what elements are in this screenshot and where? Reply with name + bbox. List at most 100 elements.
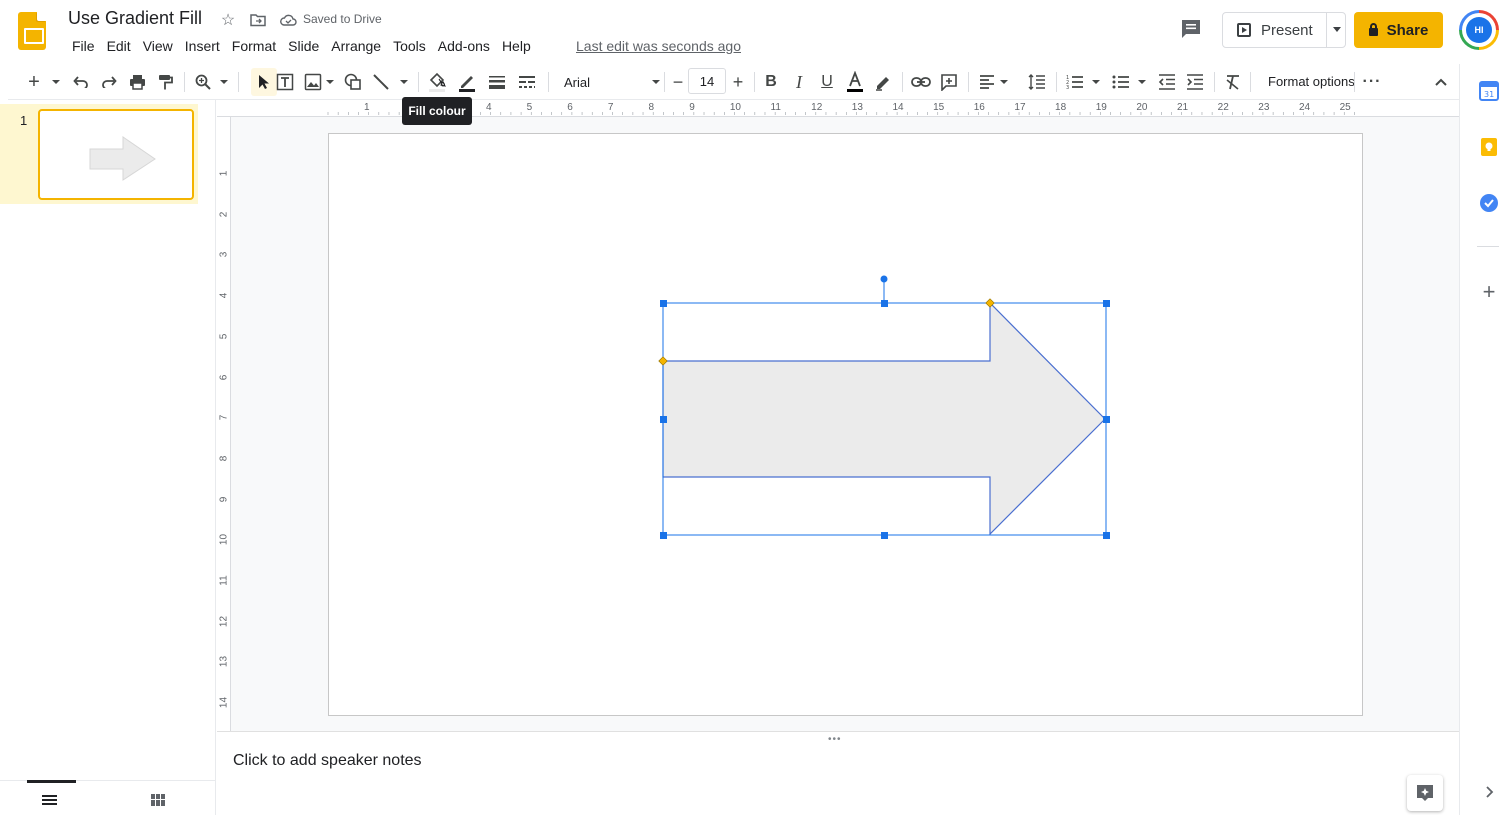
underline-icon[interactable]: U — [816, 70, 838, 94]
menu-view[interactable]: View — [137, 36, 179, 56]
undo-icon[interactable] — [70, 70, 92, 94]
resize-handle-se[interactable] — [1103, 532, 1110, 539]
present-icon — [1237, 23, 1251, 37]
bulleted-list-icon[interactable] — [1110, 70, 1132, 94]
line-spacing-icon[interactable] — [1026, 70, 1048, 94]
numbered-list-caret-icon[interactable] — [1090, 70, 1102, 94]
speaker-notes-placeholder[interactable]: Click to add speaker notes — [233, 752, 422, 770]
bulleted-list-caret-icon[interactable] — [1136, 70, 1148, 94]
redo-icon[interactable] — [98, 70, 120, 94]
menu-edit[interactable]: Edit — [101, 36, 137, 56]
line-icon[interactable] — [370, 70, 392, 94]
ruler-number: 18 — [1055, 102, 1067, 113]
slide-thumbnail-row[interactable]: 1 — [0, 104, 198, 204]
clear-formatting-icon[interactable] — [1222, 70, 1244, 94]
add-comment-icon[interactable] — [938, 70, 960, 94]
last-edit-link[interactable]: Last edit was seconds ago — [576, 38, 741, 54]
shape-icon[interactable] — [342, 70, 364, 94]
share-button[interactable]: Share — [1354, 12, 1443, 48]
text-colour-icon[interactable] — [844, 70, 866, 94]
border-colour-icon[interactable] — [456, 70, 478, 94]
select-pointer-icon[interactable] — [252, 70, 276, 94]
resize-handle-ne[interactable] — [1103, 300, 1110, 307]
new-slide-layout-caret-icon[interactable] — [50, 70, 62, 94]
cloud-saved-icon[interactable] — [279, 11, 297, 29]
format-options-button[interactable]: Format options — [1268, 74, 1355, 89]
border-dash-icon[interactable] — [516, 70, 538, 94]
menu-addons[interactable]: Add-ons — [432, 36, 496, 56]
increase-font-size-icon[interactable]: + — [728, 70, 748, 94]
align-icon[interactable] — [976, 70, 998, 94]
insert-link-icon[interactable] — [910, 70, 932, 94]
explore-icon — [1417, 785, 1433, 801]
menu-tools[interactable]: Tools — [387, 36, 432, 56]
resize-handle-n[interactable] — [881, 300, 888, 307]
account-avatar[interactable]: HI — [1459, 10, 1499, 50]
zoom-icon[interactable] — [192, 70, 214, 94]
bold-icon[interactable]: B — [760, 70, 782, 94]
decrease-font-size-icon[interactable]: − — [668, 70, 688, 94]
notes-resize-divider[interactable]: ••• — [217, 731, 1459, 745]
resize-handle-s[interactable] — [881, 532, 888, 539]
vertical-ruler[interactable]: 1 2 3 4 5 6 7 8 9 10 11 12 13 14 — [217, 117, 231, 731]
star-icon[interactable]: ☆ — [219, 11, 237, 29]
resize-handle-sw[interactable] — [660, 532, 667, 539]
new-slide-icon[interactable]: + — [24, 70, 44, 94]
menu-slide[interactable]: Slide — [282, 36, 325, 56]
resize-handle-w[interactable] — [660, 416, 667, 423]
print-icon[interactable] — [126, 70, 148, 94]
ruler-number: 7 — [218, 414, 230, 421]
font-family-select[interactable]: Arial — [564, 70, 664, 94]
side-panel: 31 + — [1459, 64, 1509, 815]
move-folder-icon[interactable] — [249, 11, 267, 29]
present-button[interactable]: Present — [1222, 12, 1346, 48]
highlight-colour-icon[interactable] — [872, 70, 894, 94]
document-title[interactable]: Use Gradient Fill — [68, 8, 202, 29]
slide-canvas[interactable] — [328, 133, 1363, 716]
present-options-caret-icon[interactable] — [1333, 27, 1341, 32]
grid-view-icon[interactable] — [151, 794, 165, 806]
paint-format-icon[interactable] — [154, 70, 176, 94]
menu-file[interactable]: File — [66, 36, 101, 56]
fill-colour-icon[interactable] — [426, 70, 448, 94]
collapse-toolbar-icon[interactable] — [1430, 70, 1452, 94]
ruler-number: 19 — [1095, 102, 1107, 113]
image-caret-icon[interactable] — [324, 70, 336, 94]
resize-handle-nw[interactable] — [660, 300, 667, 307]
resize-handle-e[interactable] — [1103, 416, 1110, 423]
text-box-icon[interactable] — [274, 70, 296, 94]
speaker-notes-area[interactable]: Click to add speaker notes — [217, 741, 1459, 815]
menu-help[interactable]: Help — [496, 36, 537, 56]
italic-icon[interactable]: I — [788, 70, 810, 94]
line-caret-icon[interactable] — [398, 70, 410, 94]
keep-icon[interactable] — [1479, 137, 1499, 157]
more-options-icon[interactable]: ··· — [1360, 70, 1384, 94]
explore-button[interactable] — [1407, 775, 1443, 811]
slides-logo-icon[interactable] — [18, 12, 46, 50]
align-caret-icon[interactable] — [998, 70, 1010, 94]
rotation-handle[interactable] — [880, 275, 888, 283]
ruler-number: 1 — [218, 170, 230, 177]
add-addon-icon[interactable]: + — [1479, 281, 1499, 303]
right-arrow-shape[interactable] — [662, 301, 1106, 536]
font-size-input[interactable]: 14 — [688, 68, 726, 94]
numbered-list-icon[interactable]: 123 — [1064, 70, 1086, 94]
border-weight-icon[interactable] — [486, 70, 508, 94]
increase-indent-icon[interactable] — [1184, 70, 1206, 94]
ruler-number: 13 — [851, 102, 863, 113]
calendar-icon[interactable]: 31 — [1479, 81, 1499, 101]
filmstrip-view-icon[interactable] — [42, 795, 57, 805]
tasks-icon[interactable] — [1479, 193, 1499, 213]
filmstrip-view-toggle — [0, 780, 216, 815]
slides-app: Use Gradient Fill ☆ Saved to Drive File … — [0, 0, 1509, 815]
slide-thumbnail[interactable] — [38, 109, 194, 200]
ruler-number: 10 — [218, 534, 230, 546]
menu-arrange[interactable]: Arrange — [325, 36, 387, 56]
expand-side-panel-icon[interactable] — [1479, 782, 1499, 802]
zoom-caret-icon[interactable] — [218, 70, 230, 94]
image-icon[interactable] — [302, 70, 324, 94]
comment-history-icon[interactable] — [1178, 16, 1204, 42]
menu-format[interactable]: Format — [226, 36, 282, 56]
decrease-indent-icon[interactable] — [1156, 70, 1178, 94]
menu-insert[interactable]: Insert — [179, 36, 226, 56]
